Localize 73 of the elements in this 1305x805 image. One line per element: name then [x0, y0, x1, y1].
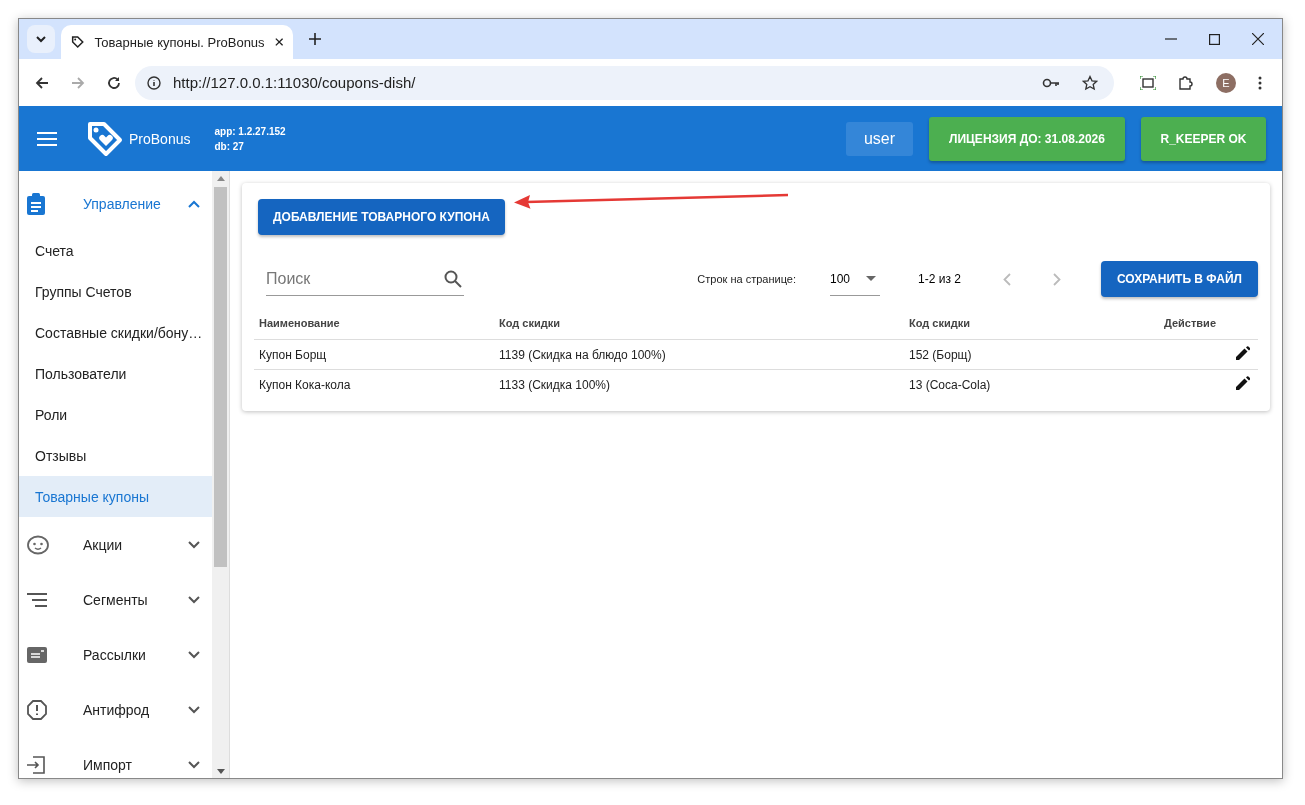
puzzle-icon[interactable] — [1178, 74, 1194, 91]
table-cell: Купон Борщ — [254, 339, 494, 370]
star-icon[interactable] — [1082, 74, 1098, 91]
import-icon — [27, 755, 45, 774]
info-icon[interactable] — [147, 75, 161, 90]
brand-name: ProBonus — [129, 130, 191, 147]
table-cell: 1139 (Скидка на блюдо 100%) — [494, 339, 904, 370]
chevron-down-icon — [188, 540, 200, 549]
column-header: Действие — [1073, 311, 1258, 340]
column-header: Код скидки — [904, 311, 1074, 340]
chevron-down-icon — [188, 760, 200, 769]
chevron-down-icon — [188, 595, 200, 604]
alert-icon — [27, 699, 47, 720]
scroll-down-icon[interactable] — [216, 769, 225, 774]
sidebar-group[interactable]: Акции — [19, 517, 212, 572]
sidebar-group[interactable]: Рассылки — [19, 627, 212, 682]
chevron-down-icon — [188, 705, 200, 714]
table-cell: Купон Кока-кола — [254, 369, 494, 399]
screenshot-icon[interactable] — [1140, 75, 1156, 90]
save-to-file-button[interactable]: СОХРАНИТЬ В ФАЙЛ — [1100, 261, 1258, 297]
sidebar-group[interactable]: Антифрод — [19, 682, 212, 737]
close-icon[interactable] — [1252, 33, 1264, 45]
table-cell: 152 (Борщ) — [904, 339, 1074, 370]
sidebar-item[interactable]: Товарные купоны — [19, 476, 212, 517]
sidebar-item[interactable]: Группы Счетов — [19, 271, 212, 312]
sidebar-group[interactable]: Управление — [19, 178, 212, 230]
sidebar-item[interactable]: Отзывы — [19, 435, 212, 476]
sidebar-group[interactable]: Импорт — [19, 737, 212, 778]
lines-icon — [27, 592, 47, 607]
menu-icon[interactable] — [37, 131, 57, 146]
edit-icon[interactable] — [1236, 346, 1250, 360]
reload-icon[interactable] — [107, 75, 121, 90]
clipboard-icon — [27, 193, 45, 215]
newsletter-icon — [27, 646, 47, 663]
add-coupon-button[interactable]: ДОБАВЛЕНИЕ ТОВАРНОГО КУПОНА — [258, 199, 505, 235]
app-version: app: 1.2.27.152 — [214, 125, 286, 137]
tab-list-button[interactable] — [27, 25, 55, 53]
rows-per-page-label: Строк на странице: — [697, 273, 796, 285]
sidebar-item[interactable]: Пользователи — [19, 353, 212, 394]
sidebar-group[interactable]: Сегменты — [19, 572, 212, 627]
user-button[interactable]: user — [845, 121, 913, 156]
chevron-up-icon — [188, 200, 200, 208]
scrollbar[interactable] — [212, 171, 229, 778]
column-header: Наименование — [254, 311, 494, 340]
rows-per-page-select[interactable]: 100 — [830, 262, 880, 296]
url-text: http://127.0.0.1:11030/coupons-dish/ — [173, 74, 416, 91]
more-icon[interactable] — [1258, 75, 1262, 90]
sidebar-item[interactable]: Роли — [19, 394, 212, 435]
table-cell: 1133 (Скидка 100%) — [494, 369, 904, 399]
edit-icon[interactable] — [1236, 376, 1250, 390]
sidebar-item[interactable]: Счета — [19, 230, 212, 271]
sidebar-item[interactable]: Составные скидки/бону… — [19, 312, 212, 353]
tag-icon — [71, 34, 85, 50]
key-icon[interactable] — [1042, 77, 1060, 88]
scroll-up-icon[interactable] — [216, 176, 225, 181]
close-icon[interactable] — [274, 37, 283, 47]
chevron-down-icon — [35, 35, 47, 43]
tab-title: Товарные купоны. ProBonus — [94, 34, 265, 50]
maximize-icon[interactable] — [1209, 33, 1220, 45]
table-cell: 13 (Coca-Cola) — [904, 369, 1074, 399]
new-tab-icon[interactable] — [309, 33, 321, 45]
chevron-down-icon — [188, 650, 200, 659]
search-field[interactable]: Поиск — [266, 262, 464, 296]
address-field[interactable]: http://127.0.0.1:11030/coupons-dish/ — [135, 65, 1114, 100]
page-range: 1-2 из 2 — [918, 272, 961, 286]
face-icon — [27, 534, 49, 555]
back-icon[interactable] — [35, 75, 49, 90]
browser-tab[interactable]: Товарные купоны. ProBonus — [61, 25, 293, 59]
profile-avatar[interactable]: E — [1216, 72, 1236, 93]
dropdown-icon — [866, 276, 876, 281]
db-version: db: 27 — [214, 140, 245, 152]
column-header: Код скидки — [494, 311, 904, 340]
search-icon — [444, 270, 462, 288]
